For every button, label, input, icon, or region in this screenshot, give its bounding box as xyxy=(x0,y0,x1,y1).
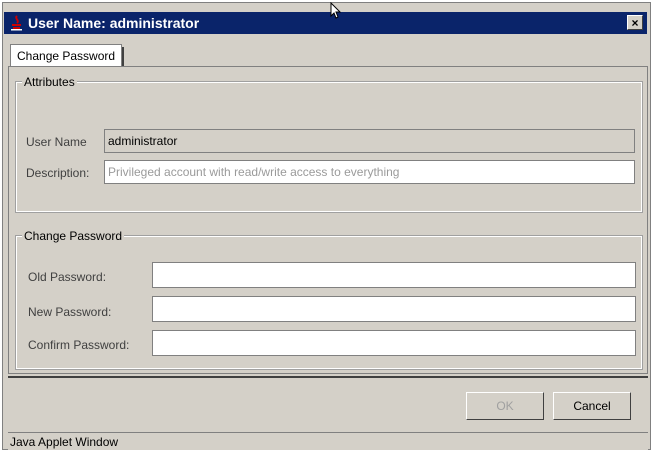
confirm-password-input[interactable] xyxy=(152,330,636,356)
old-password-input[interactable] xyxy=(152,262,636,288)
attributes-legend: Attributes xyxy=(22,75,77,89)
description-label: Description: xyxy=(26,166,90,180)
java-cup-icon xyxy=(10,15,24,31)
new-password-label: New Password: xyxy=(28,305,112,319)
ok-button[interactable]: OK xyxy=(466,392,544,420)
user-name-field: administrator xyxy=(104,129,635,153)
description-field: Privileged account with read/write acces… xyxy=(104,160,635,184)
window-title: User Name: administrator xyxy=(28,15,200,31)
button-area-separator xyxy=(8,376,648,378)
old-password-label: Old Password: xyxy=(28,270,107,284)
status-bar: Java Applet Window xyxy=(8,432,648,450)
mouse-cursor-icon xyxy=(330,1,342,20)
user-name-label: User Name xyxy=(26,135,87,149)
change-password-legend: Change Password xyxy=(22,229,125,243)
title-bar[interactable]: User Name: administrator × xyxy=(4,12,647,34)
cancel-button[interactable]: Cancel xyxy=(553,392,631,420)
new-password-input[interactable] xyxy=(152,296,636,322)
tab-change-password[interactable]: Change Password xyxy=(10,44,125,67)
close-button[interactable]: × xyxy=(627,15,643,30)
confirm-password-label: Confirm Password: xyxy=(28,338,130,352)
